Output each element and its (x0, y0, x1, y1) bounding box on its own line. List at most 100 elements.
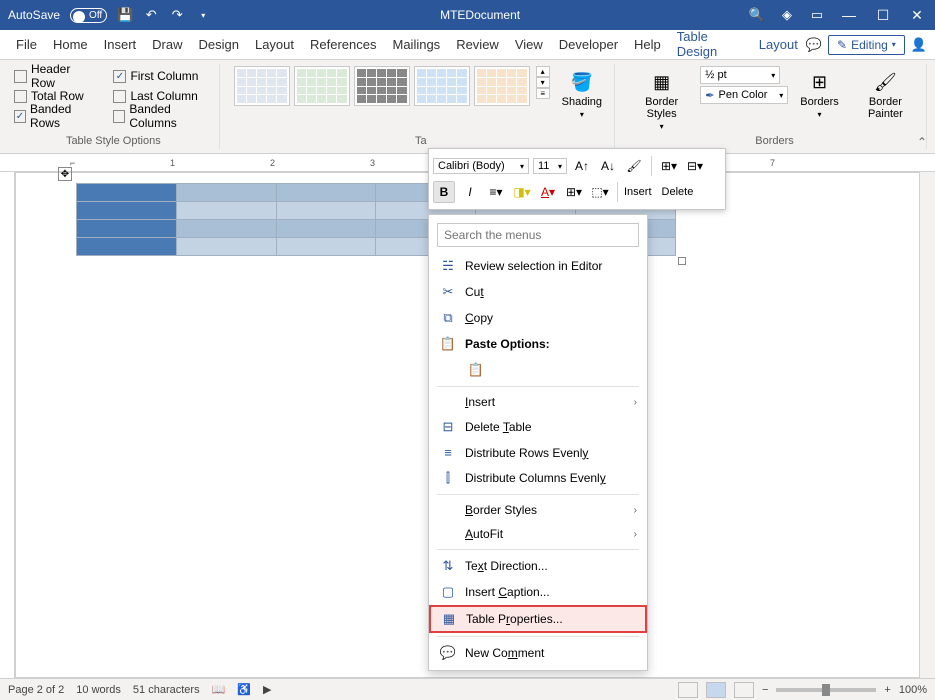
spellcheck-icon[interactable]: 📖 (212, 683, 226, 696)
ruler-1: 1 (170, 158, 175, 168)
tab-mailings[interactable]: Mailings (385, 32, 449, 57)
web-layout-button[interactable] (734, 682, 754, 698)
zoom-slider[interactable] (776, 688, 876, 692)
tab-review[interactable]: Review (448, 32, 507, 57)
ribbon-display-icon[interactable]: ▭ (809, 7, 825, 23)
ctx-new-comment[interactable]: 💬New Comment (429, 640, 647, 666)
tab-references[interactable]: References (302, 32, 384, 57)
group-label-table-styles: Ta (415, 135, 427, 147)
tab-file[interactable]: File (8, 32, 45, 57)
undo-icon[interactable]: ↶ (143, 7, 159, 23)
editor-icon: ☵ (439, 258, 457, 274)
maximize-button[interactable]: ☐ (873, 7, 893, 24)
shading-button[interactable]: 🪣 Shading ▾ (556, 66, 608, 123)
opt-header-row[interactable]: Header Row (14, 66, 97, 86)
status-page[interactable]: Page 2 of 2 (8, 684, 64, 696)
editing-mode[interactable]: ✎ Editing ▾ (828, 35, 905, 55)
zoom-in-button[interactable]: + (884, 684, 890, 696)
decrease-font-icon[interactable]: A↓ (597, 155, 619, 177)
ctx-table-properties[interactable]: ▦Table Properties... (429, 605, 647, 633)
ctx-autofit[interactable]: AutoFit› (429, 522, 647, 546)
table-resize-handle[interactable] (678, 257, 686, 265)
chevron-down-icon: ▾ (818, 110, 822, 119)
save-icon[interactable]: 💾 (117, 7, 133, 23)
qat-dropdown-icon[interactable]: ▾ (195, 7, 211, 23)
bold-button[interactable]: B (433, 181, 455, 203)
distribute-rows-icon: ≡ (439, 445, 457, 460)
delete-table-icon[interactable]: ⊟▾ (684, 155, 706, 177)
vertical-ruler[interactable] (0, 172, 15, 678)
context-search-input[interactable] (437, 223, 639, 247)
autosave-toggle[interactable]: Off (70, 8, 107, 23)
align-button[interactable]: ≡▾ (485, 181, 507, 203)
font-combo[interactable]: Calibri (Body)▾ (433, 158, 529, 174)
table-move-handle[interactable]: ✥ (58, 167, 72, 181)
tab-developer[interactable]: Developer (551, 32, 626, 57)
tab-layout-contextual[interactable]: Layout (751, 32, 806, 57)
table-styles-gallery[interactable] (234, 66, 530, 106)
ctx-dist-cols[interactable]: ⫿Distribute Columns Evenly (429, 465, 647, 491)
style-thumb-3[interactable] (354, 66, 410, 106)
scissors-icon: ✂ (439, 284, 457, 300)
status-words[interactable]: 10 words (76, 684, 121, 696)
tab-help[interactable]: Help (626, 32, 669, 57)
borders-mini-button[interactable]: ⊞▾ (563, 181, 585, 203)
ruler-3: 3 (370, 158, 375, 168)
redo-icon[interactable]: ↷ (169, 7, 185, 23)
increase-font-icon[interactable]: A↑ (571, 155, 593, 177)
highlight-button[interactable]: ◨▾ (511, 181, 533, 203)
border-width-combo[interactable]: ½ pt▾ (700, 66, 780, 84)
borders-button[interactable]: ⊞ Borders ▾ (794, 66, 845, 123)
border-painter-button[interactable]: 🖌 Border Painter (851, 66, 920, 124)
font-size-combo[interactable]: 11▾ (533, 158, 567, 174)
diamond-icon[interactable]: ◈ (779, 7, 795, 23)
ctx-border-styles[interactable]: Border Styles› (429, 498, 647, 522)
tab-view[interactable]: View (507, 32, 551, 57)
opt-banded-rows[interactable]: Banded Rows (14, 106, 97, 126)
gallery-scroll[interactable]: ▴▾≡ (536, 66, 550, 99)
style-thumb-5[interactable] (474, 66, 530, 106)
ctx-review-editor[interactable]: ☵Review selection in Editor (429, 253, 647, 279)
share-icon[interactable]: 👤 (911, 37, 927, 53)
ctx-paste-keep-source[interactable]: 📋 (429, 357, 647, 383)
ctx-insert-caption[interactable]: ▢Insert Caption... (429, 579, 647, 605)
opt-banded-columns[interactable]: Banded Columns (113, 106, 212, 126)
macro-icon[interactable]: ▶ (263, 683, 271, 696)
minimize-button[interactable]: — (839, 7, 859, 23)
tab-home[interactable]: Home (45, 32, 96, 57)
print-layout-button[interactable] (706, 682, 726, 698)
italic-button[interactable]: I (459, 181, 481, 203)
tab-insert[interactable]: Insert (96, 32, 145, 57)
style-thumb-1[interactable] (234, 66, 290, 106)
status-chars[interactable]: 51 characters (133, 684, 200, 696)
zoom-level[interactable]: 100% (899, 684, 927, 696)
ctx-delete-table[interactable]: ⊟Delete Table (429, 414, 647, 440)
border-styles-button[interactable]: ▦ Border Styles ▾ (629, 66, 694, 135)
style-thumb-4[interactable] (414, 66, 470, 106)
pen-color-combo[interactable]: ✒Pen Color▾ (700, 86, 788, 104)
accessibility-icon[interactable]: ♿ (237, 683, 251, 696)
font-color-button[interactable]: A▾ (537, 181, 559, 203)
style-thumb-2[interactable] (294, 66, 350, 106)
tab-design[interactable]: Design (191, 32, 247, 57)
format-painter-icon[interactable]: 🖌 (623, 155, 645, 177)
ctx-dist-rows[interactable]: ≡Distribute Rows Evenly (429, 440, 647, 465)
context-search[interactable] (437, 223, 639, 247)
ctx-text-direction[interactable]: ⇅Text Direction... (429, 553, 647, 579)
ctx-copy[interactable]: ⧉Copy (429, 305, 647, 331)
opt-first-column[interactable]: First Column (113, 66, 212, 86)
collapse-ribbon-icon[interactable]: ⌃ (917, 135, 927, 149)
zoom-out-button[interactable]: − (762, 684, 768, 696)
tab-draw[interactable]: Draw (144, 32, 190, 57)
insert-table-icon[interactable]: ⊞▾ (658, 155, 680, 177)
styles-mini-button[interactable]: ⬚▾ (589, 181, 611, 203)
context-menu: ☵Review selection in Editor ✂Cut ⧉Copy 📋… (428, 214, 648, 671)
search-icon[interactable]: 🔍 (749, 7, 765, 23)
tab-layout[interactable]: Layout (247, 32, 302, 57)
comments-icon[interactable]: 💬 (806, 37, 822, 53)
mini-toolbar: Calibri (Body)▾ 11▾ A↑ A↓ 🖌 ⊞▾ ⊟▾ B I ≡▾… (428, 148, 726, 210)
ctx-cut[interactable]: ✂Cut (429, 279, 647, 305)
focus-view-button[interactable] (678, 682, 698, 698)
ctx-insert[interactable]: Insert› (429, 390, 647, 414)
close-button[interactable]: ✕ (907, 7, 927, 24)
